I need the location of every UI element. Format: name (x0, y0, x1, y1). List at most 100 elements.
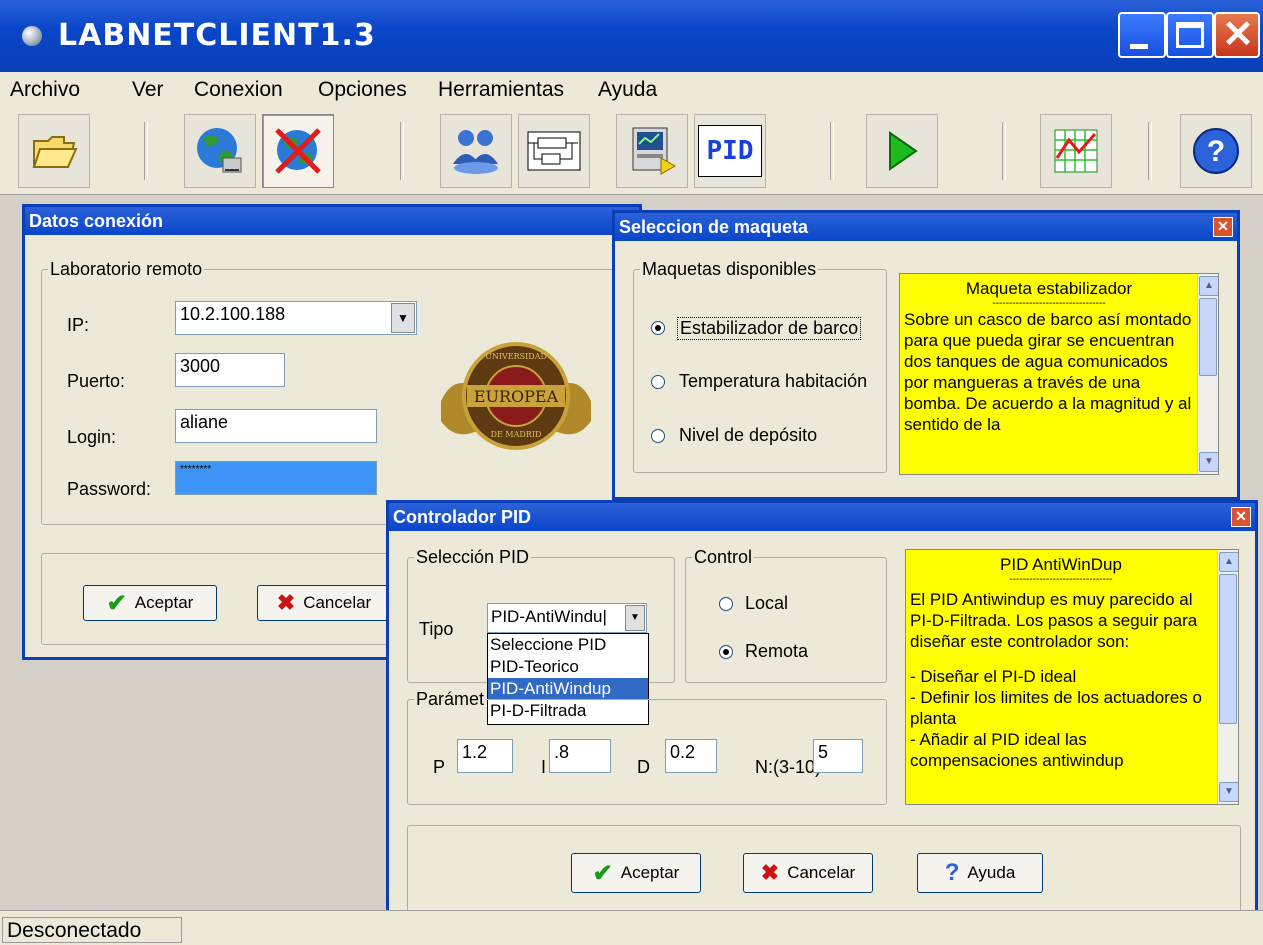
open-button[interactable] (18, 114, 90, 188)
p-input[interactable]: 1.2 (457, 739, 513, 773)
pid-button[interactable]: PID (694, 114, 766, 188)
menu-opciones[interactable]: Opciones (318, 78, 407, 102)
help-icon: ? (1193, 128, 1239, 174)
toolbar-separator (1002, 122, 1006, 180)
dropdown-option-selected[interactable]: PID-AntiWindup (488, 678, 648, 700)
dropdown-option[interactable]: PID-Teorico (488, 656, 648, 678)
connection-accept-button[interactable]: ✔ Aceptar (83, 585, 217, 621)
connect-globe-icon (197, 128, 242, 173)
p-label: P (433, 757, 446, 777)
close-icon[interactable]: ✕ (1231, 507, 1251, 527)
check-icon: ✔ (106, 589, 127, 617)
n-input[interactable]: 5 (813, 739, 863, 773)
menu-archivo[interactable]: Archivo (10, 78, 80, 102)
model-selection-window: Seleccion de maqueta ✕ Maquetas disponib… (612, 210, 1240, 500)
puerto-label: Puerto: (67, 371, 126, 391)
disconnect-globe-icon (275, 128, 321, 174)
scroll-thumb[interactable] (1219, 574, 1237, 724)
pid-window: Controlador PID ✕ Selección PID Tipo PID… (386, 500, 1258, 940)
toolbar-separator (144, 122, 148, 180)
radio-temperatura[interactable] (651, 375, 665, 389)
menu-ver[interactable]: Ver (132, 78, 164, 102)
chevron-down-icon[interactable]: ▼ (625, 605, 645, 631)
connect-button[interactable] (184, 114, 256, 188)
pid-info-step: - Diseñar el PI-D ideal (910, 667, 1077, 686)
radio-nivel[interactable] (651, 429, 665, 443)
cross-icon: ✖ (760, 860, 780, 885)
monitor-icon (632, 127, 677, 175)
toolbar-separator (1148, 122, 1152, 180)
menu-conexion[interactable]: Conexion (194, 78, 283, 102)
disconnect-button[interactable] (262, 114, 334, 188)
close-button[interactable]: ✕ (1214, 12, 1260, 58)
pid-info-step: - Definir los limites de los actuadores … (910, 688, 1202, 728)
login-input[interactable]: aliane (175, 409, 377, 443)
scroll-down-icon[interactable]: ▼ (1199, 452, 1218, 472)
title-bar[interactable]: LABNETCLIENT1.3 ✕ (0, 0, 1263, 72)
control-group: Control (685, 547, 887, 683)
connection-window-title[interactable]: Datos conexión (25, 207, 639, 235)
pid-window-title[interactable]: Controlador PID (389, 503, 1255, 531)
users-button[interactable] (440, 114, 512, 188)
dropdown-option[interactable]: Seleccione PID (488, 634, 648, 656)
app-icon (22, 26, 42, 46)
scroll-up-icon[interactable]: ▲ (1199, 276, 1218, 296)
pid-cancel-button[interactable]: ✖ Cancelar (743, 853, 873, 893)
chart-button[interactable] (1040, 114, 1112, 188)
available-models-label: Maquetas disponibles (640, 259, 819, 280)
ip-label: IP: (67, 315, 90, 335)
password-input[interactable]: ******** (175, 461, 377, 495)
radio-estabilizador[interactable] (651, 321, 665, 335)
menu-herramientas[interactable]: Herramientas (438, 78, 564, 102)
pid-info-scrollbar[interactable]: ▲ ▼ (1217, 550, 1238, 804)
close-icon[interactable]: ✕ (1213, 217, 1233, 237)
connection-cancel-button[interactable]: ✖ Cancelar (257, 585, 391, 621)
pid-help-button[interactable]: ? Ayuda (917, 853, 1043, 893)
minimize-button[interactable] (1118, 12, 1166, 58)
model-info-scrollbar[interactable]: ▲ ▼ (1197, 274, 1218, 474)
radio-local[interactable] (719, 597, 733, 611)
chevron-down-icon[interactable]: ▼ (391, 303, 415, 333)
maximize-icon (1176, 22, 1204, 48)
minimize-icon (1130, 44, 1148, 49)
pid-info-step: - Añadir al PID ideal las compensaciones… (910, 730, 1124, 770)
help-button[interactable]: ? (1180, 114, 1252, 188)
n-label: N:(3-10) (755, 757, 822, 777)
control-remota[interactable]: Remota (745, 641, 808, 662)
scroll-up-icon[interactable]: ▲ (1219, 552, 1238, 572)
monitor-button[interactable] (616, 114, 688, 188)
pid-type-combobox[interactable]: PID-AntiWindu| ▼ (487, 603, 647, 633)
scroll-thumb[interactable] (1199, 298, 1217, 376)
diagram-button[interactable] (518, 114, 590, 188)
d-label: D (637, 757, 650, 777)
option-estabilizador[interactable]: Estabilizador de barco (677, 317, 862, 340)
model-info-text: Sobre un casco de barco así montado para… (904, 310, 1192, 434)
scroll-down-icon[interactable]: ▼ (1219, 782, 1238, 802)
toolbar-separator (400, 122, 404, 180)
puerto-input[interactable]: 3000 (175, 353, 285, 387)
maximize-button[interactable] (1166, 12, 1214, 58)
close-icon: ✕ (1222, 14, 1254, 56)
check-icon: ✔ (592, 859, 613, 887)
option-temperatura[interactable]: Temperatura habitación (679, 371, 867, 392)
svg-text:UNIVERSIDAD: UNIVERSIDAD (485, 352, 547, 361)
ip-combobox[interactable]: 10.2.100.188 ▼ (175, 301, 417, 335)
ip-value: 10.2.100.188 (180, 304, 286, 324)
model-selection-title[interactable]: Seleccion de maqueta (615, 213, 1237, 241)
control-group-label: Control (692, 547, 755, 568)
pid-info-box: PID AntiWinDup -------------------------… (905, 549, 1239, 805)
menu-ayuda[interactable]: Ayuda (598, 78, 657, 102)
option-nivel[interactable]: Nivel de depósito (679, 425, 817, 446)
i-label: I (541, 757, 547, 777)
block-diagram-icon (527, 131, 581, 171)
radio-remota[interactable] (719, 645, 733, 659)
d-input[interactable]: 0.2 (665, 739, 717, 773)
status-bar: Desconectado (0, 910, 1263, 945)
question-icon: ? (944, 859, 960, 886)
cross-icon: ✖ (276, 590, 296, 615)
menu-bar: Archivo Ver Conexion Opciones Herramient… (0, 72, 1263, 110)
i-input[interactable]: .8 (549, 739, 611, 773)
play-button[interactable] (866, 114, 938, 188)
control-local[interactable]: Local (745, 593, 788, 614)
pid-accept-button[interactable]: ✔ Aceptar (571, 853, 701, 893)
